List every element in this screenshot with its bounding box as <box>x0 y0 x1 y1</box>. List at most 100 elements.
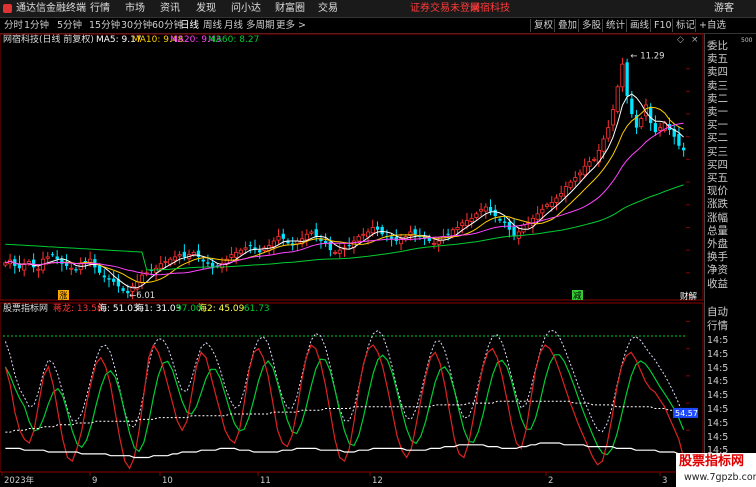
panel-time-7: 14:5 <box>707 431 729 443</box>
candle-body <box>464 220 470 227</box>
xaxis-label: 2 <box>548 476 553 486</box>
candle-body <box>630 98 634 115</box>
candle-body <box>333 251 338 254</box>
panel-field-18: 收益 <box>707 277 728 290</box>
candle-body <box>469 217 474 222</box>
candle-body <box>229 254 234 258</box>
high-price-label: ← 11.29 <box>630 52 664 62</box>
candle-body <box>158 263 163 269</box>
panel-field-0: 委比 <box>707 40 728 52</box>
xaxis-label: 3 <box>662 476 667 486</box>
panel-field-15: 外盘 <box>707 238 728 250</box>
candle-body <box>582 165 587 176</box>
panel-field-16: 换手 <box>707 251 728 264</box>
candle-body <box>446 233 450 235</box>
candle-body <box>649 106 653 124</box>
candle-body <box>620 63 625 88</box>
candle-body <box>271 240 276 247</box>
candle-body <box>112 278 116 282</box>
xaxis-label: 10 <box>162 476 173 486</box>
candle-body <box>177 254 182 257</box>
candle-body <box>601 138 606 152</box>
panel-field-13: 涨幅 <box>707 211 728 224</box>
panel-time-2: 14:5 <box>707 362 729 374</box>
indicator-current-value: 54.57 <box>675 409 698 418</box>
panel-field-17: 净资 <box>707 264 728 277</box>
candle-body <box>281 233 285 239</box>
candle-body <box>375 226 380 230</box>
candle-body <box>498 218 502 221</box>
candle-body <box>573 177 578 182</box>
xaxis-label: 12 <box>372 476 383 486</box>
candle-body <box>206 262 210 264</box>
panel-field-1: 卖五 <box>707 53 728 66</box>
panel-time-1: 14:5 <box>707 348 729 360</box>
panel-field-14: 总量 <box>707 224 728 237</box>
candle-body <box>658 127 663 131</box>
price-chart-area[interactable]: 11.0010.5010.009.509.008.508.007.507.006… <box>0 0 704 487</box>
ma60-line <box>5 184 684 271</box>
candle-body <box>681 147 686 151</box>
candle-body <box>337 249 342 254</box>
candle-body <box>554 197 559 203</box>
candle-body <box>559 193 564 197</box>
candle-body <box>493 209 497 217</box>
candle-body <box>474 213 479 218</box>
candle-body <box>483 206 488 212</box>
main-panel-frame <box>0 33 704 301</box>
candle-body <box>45 256 50 259</box>
candle-body <box>503 221 507 223</box>
candle-body <box>356 236 361 242</box>
watermark-logo: 股票指标网 www.7gpzb.com <box>676 453 756 487</box>
panel-field-3: 卖三 <box>707 79 728 92</box>
panel-field-6: 买一 <box>707 119 728 132</box>
panel-time-6: 14:5 <box>707 417 729 429</box>
candle-body <box>50 254 55 256</box>
candle-body <box>549 202 554 207</box>
candle-body <box>488 207 493 212</box>
guest-label[interactable]: 游客 <box>714 0 734 17</box>
panel-time-0: 14:5 <box>707 335 729 346</box>
candle-body <box>276 236 281 241</box>
indicator-dotted-line <box>4 329 685 433</box>
candle-body <box>653 123 658 133</box>
candle-body <box>431 242 437 245</box>
right-info-panel: 500 委比 卖五 卖四 卖三 卖二 卖一 买一 买二 买三 买四 买五 现价 涨跌 涨幅 总量 外盘 换手 净资收… <box>704 34 756 487</box>
candle-body <box>460 222 465 227</box>
candle-body <box>450 229 455 237</box>
panel-tab-0[interactable]: 自动 <box>707 306 728 319</box>
watermark-title: 股票指标网 <box>679 454 745 469</box>
indicator-white-line <box>5 442 684 459</box>
candle-body <box>436 240 441 245</box>
panel-tab-1[interactable]: 行情 <box>707 320 728 333</box>
panel-time-4: 14:5 <box>707 390 729 402</box>
candle-body <box>563 186 568 197</box>
candle-body <box>163 261 168 263</box>
panel-time-3: 14:5 <box>707 376 729 388</box>
candle-body <box>69 267 74 270</box>
candle-body <box>31 259 36 268</box>
candle-body <box>625 62 629 96</box>
panel-field-2: 卖四 <box>707 66 728 79</box>
candle-body <box>639 118 644 128</box>
panel-field-8: 买三 <box>707 145 728 158</box>
candle-body <box>568 181 573 188</box>
candle-body <box>544 204 550 207</box>
candle-body <box>455 227 460 231</box>
candle-body <box>248 245 252 247</box>
candle-body <box>347 245 351 247</box>
candle-body <box>3 262 8 266</box>
marker-mid: 减 <box>573 291 582 302</box>
panel-field-10: 买五 <box>707 172 728 184</box>
watermark-url: www.7gpzb.com <box>684 472 756 483</box>
panel-field-7: 买二 <box>707 132 728 145</box>
candle-body <box>121 288 125 291</box>
candle-body <box>309 231 314 234</box>
candle-body <box>182 251 186 257</box>
candle-body <box>366 231 371 238</box>
candle-body <box>97 265 102 273</box>
candle-body <box>361 233 366 236</box>
low-price-label: ←6.01 <box>129 291 155 301</box>
candle-body <box>172 256 177 261</box>
candle-body <box>592 158 597 161</box>
